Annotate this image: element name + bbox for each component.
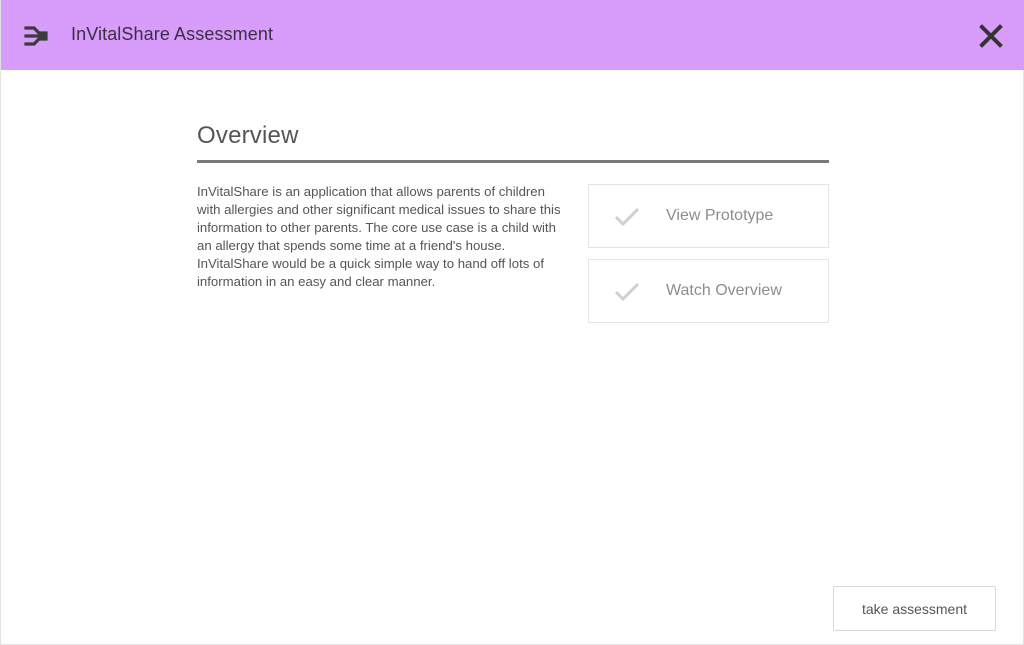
view-prototype-button[interactable]: View Prototype xyxy=(588,184,829,248)
view-prototype-label: View Prototype xyxy=(666,207,774,224)
overview-section: Overview InVitalShare is an application … xyxy=(197,120,829,383)
header-bar: InVitalShare Assessment xyxy=(1,0,1024,70)
watch-overview-label: Watch Overview xyxy=(666,282,782,299)
check-icon xyxy=(613,280,641,304)
check-icon xyxy=(613,205,641,229)
overview-description: InVitalShare is an application that allo… xyxy=(197,184,561,289)
page-title: Overview xyxy=(197,122,299,149)
take-assessment-button[interactable]: take assessment xyxy=(833,586,996,631)
assessment-window: InVitalShare Assessment Overview InVital… xyxy=(0,0,1024,645)
watch-overview-button[interactable]: Watch Overview xyxy=(588,259,829,323)
title-divider xyxy=(197,160,829,163)
share-branch-icon[interactable] xyxy=(24,24,48,48)
overview-body: InVitalShare is an application that allo… xyxy=(197,183,829,383)
close-icon[interactable] xyxy=(976,21,1006,51)
app-title: InVitalShare Assessment xyxy=(71,24,274,44)
